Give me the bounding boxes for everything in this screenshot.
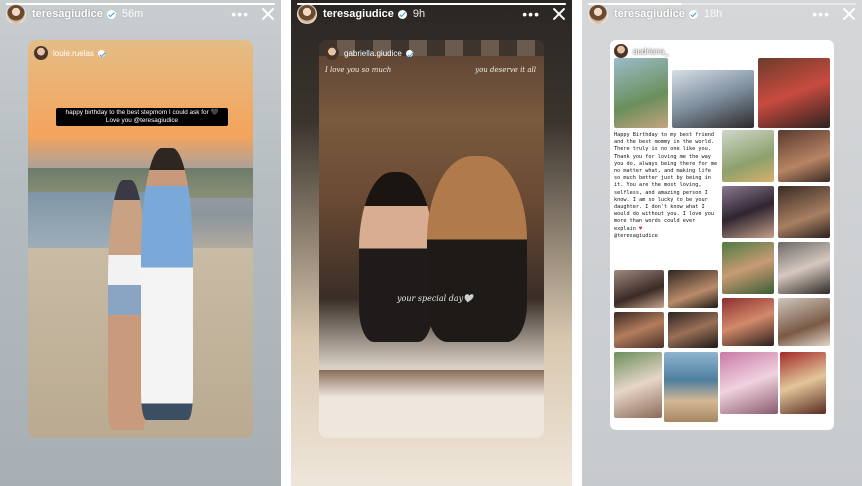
embedded-user[interactable]: louie.ruelas [34,46,105,60]
collage-photo [614,352,662,418]
birthday-message: Happy Birthday to my best friend and the… [614,132,718,240]
collage-photo [720,352,778,414]
username[interactable]: teresagiudice [32,8,103,20]
collage-photo [778,298,830,346]
story-caption: happy birthday to the best stepmom I cou… [56,108,228,126]
close-icon[interactable] [261,7,275,21]
story-header: teresagiudice 9h ••• [297,4,566,24]
close-icon[interactable] [552,7,566,21]
collage-photo [758,58,830,128]
verified-badge-icon [405,49,413,57]
story-header: teresagiudice 18h ••• [588,4,856,24]
avatar[interactable] [297,4,317,24]
script-text-center: your special day🤍 [397,294,474,303]
heart-icon: ♥ [639,225,643,232]
embedded-username: louie.ruelas [53,48,94,58]
reshared-story-card[interactable]: audriana_ Happy Birthday to my best frie [610,40,834,430]
embedded-username: audriana_ [633,46,669,56]
close-icon[interactable] [842,7,856,21]
reshared-story-card[interactable]: gabriella.giudice I love you so much you… [319,40,544,438]
collage-photo [614,58,668,128]
embedded-username: gabriella.giudice [344,48,402,58]
collage-photo [778,242,830,294]
avatar[interactable] [6,4,26,24]
table-background [319,370,544,438]
photo-person-left [359,172,433,342]
embedded-avatar [614,44,628,58]
embedded-user[interactable]: audriana_ [614,44,669,58]
story-header: teresagiudice 56m ••• [6,4,275,24]
script-text-left: I love you so much [325,66,392,74]
collage-photo [664,352,718,422]
collage-photo [672,70,754,128]
collage-photo [778,130,830,182]
reshared-story-card[interactable]: louie.ruelas happy birthday to the best … [28,40,253,438]
verified-badge-icon [97,49,105,57]
story-timestamp: 18h [703,8,723,20]
collage-photo [722,242,774,294]
username[interactable]: teresagiudice [614,8,685,20]
collage-photo [722,130,774,182]
collage-photo [668,270,718,308]
verified-badge-icon [106,9,116,19]
collage-photo [614,312,664,348]
more-options-icon[interactable]: ••• [522,7,540,21]
story-timestamp: 9h [412,8,426,20]
embedded-avatar [325,46,339,60]
collage-photo [722,186,774,238]
story-panel-3[interactable]: teresagiudice 18h ••• audriana_ Happy Bi… [582,0,862,486]
collage-photo [614,270,664,308]
avatar[interactable] [588,4,608,24]
photo-person-right [427,156,527,342]
story-panel-1[interactable]: teresagiudice 56m ••• louie.ruelas happy… [0,0,281,486]
more-options-icon[interactable]: ••• [231,7,249,21]
script-text-right: you deserve it all [475,66,536,74]
instagram-stories-collage: teresagiudice 56m ••• louie.ruelas happy… [0,0,862,486]
verified-badge-icon [397,9,407,19]
collage-photo [668,312,718,348]
embedded-user[interactable]: gabriella.giudice [325,46,413,60]
embedded-avatar [34,46,48,60]
username[interactable]: teresagiudice [323,8,394,20]
story-panel-2[interactable]: teresagiudice 9h ••• gabriella.giudice I… [291,0,572,486]
collage-photo [778,186,830,238]
verified-badge-icon [688,9,698,19]
collage-photo [722,298,774,346]
collage-photo [780,352,826,414]
photo-person-man [141,148,193,420]
message-text: Happy Birthday to my best friend and the… [614,132,721,232]
mention-link[interactable]: @teresagiudice [614,233,658,239]
more-options-icon[interactable]: ••• [812,7,830,21]
story-timestamp: 56m [121,8,144,20]
